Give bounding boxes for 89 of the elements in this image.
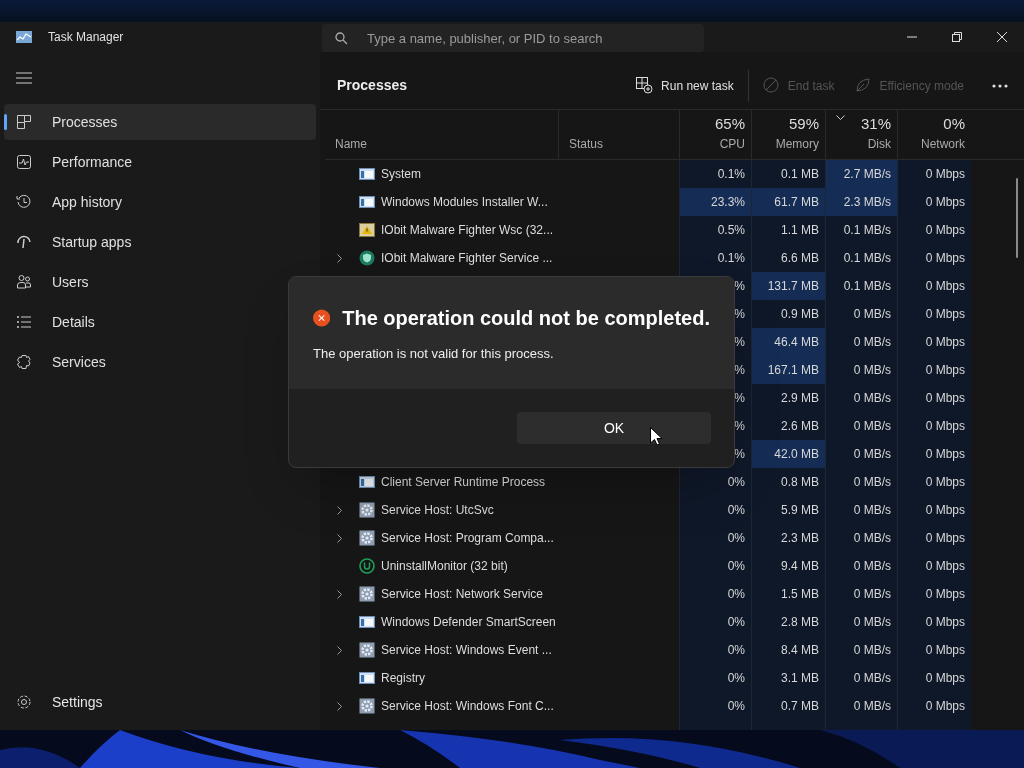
table-cell: 2.6 MB — [751, 412, 825, 440]
table-cell: 0% — [679, 580, 751, 608]
table-cell: 0 Mbps — [897, 384, 971, 412]
table-cell: 0 Mbps — [897, 636, 971, 664]
table-cell: 2.9 MB — [751, 384, 825, 412]
table-cell: 0 Mbps — [897, 608, 971, 636]
table-cell: 0% — [679, 524, 751, 552]
table-cell: 0.5% — [679, 216, 751, 244]
table-cell: 0 Mbps — [897, 496, 971, 524]
table-cell: 0 Mbps — [897, 524, 971, 552]
table-cell: 1.5 MB — [751, 580, 825, 608]
table-cell: 0% — [679, 468, 751, 496]
table-cell: 0 MB/s — [825, 412, 897, 440]
process-name: Service Host: Network Service — [381, 586, 544, 603]
table-cell: 0 Mbps — [897, 300, 971, 328]
table-cell: 0.1 MB/s — [825, 272, 897, 300]
process-name: Windows Defender SmartScreen — [381, 614, 556, 631]
table-cell: 0 Mbps — [897, 440, 971, 468]
table-cell: 0% — [679, 664, 751, 692]
table-cell: 0 MB/s — [825, 580, 897, 608]
table-cell: 9.4 MB — [751, 552, 825, 580]
table-cell: 0 MB/s — [825, 692, 897, 720]
table-cell: 0% — [679, 608, 751, 636]
table-cell: 2.3 MB/s — [825, 188, 897, 216]
table-cell: 2.7 MB/s — [825, 160, 897, 188]
table-cell: 0.1% — [679, 160, 751, 188]
table-cell: 5.9 MB — [751, 496, 825, 524]
table-cell: 0% — [679, 636, 751, 664]
table-cell: 0 MB/s — [825, 356, 897, 384]
table-cell: 0 Mbps — [897, 356, 971, 384]
table-cell: 0 Mbps — [897, 664, 971, 692]
table-cell: 0 Mbps — [897, 272, 971, 300]
table-cell: 0% — [679, 692, 751, 720]
table-cell: 0 MB/s — [825, 328, 897, 356]
table-cell: 46.4 MB — [751, 328, 825, 356]
table-cell: 23.3% — [679, 188, 751, 216]
table-cell: 0.8 MB — [751, 468, 825, 496]
table-cell: 0 Mbps — [897, 216, 971, 244]
table-cell: 0 MB/s — [825, 496, 897, 524]
process-name: Registry — [381, 670, 425, 687]
table-cell: 167.1 MB — [751, 356, 825, 384]
table-cell: 8.4 MB — [751, 636, 825, 664]
table-cell: 2.3 MB — [751, 524, 825, 552]
table-cell: 0 MB/s — [825, 608, 897, 636]
process-name: System — [381, 166, 421, 183]
table-cell: 1.1 MB — [751, 216, 825, 244]
window-title: Task Manager — [48, 29, 124, 46]
table-cell: 0 Mbps — [897, 468, 971, 496]
table-cell: 2.8 MB — [751, 608, 825, 636]
table-cell: 0.9 MB — [751, 300, 825, 328]
table-cell: 42.0 MB — [751, 440, 825, 468]
table-cell: 61.7 MB — [751, 188, 825, 216]
process-name: Service Host: Windows Event ... — [381, 642, 552, 659]
table-cell: 0 Mbps — [897, 160, 971, 188]
process-name: UninstallMonitor (32 bit) — [381, 558, 508, 575]
process-name: IObit Malware Fighter Service ... — [381, 250, 553, 267]
process-name: Service Host: UtcSvc — [381, 502, 494, 519]
table-cell: 0 MB/s — [825, 552, 897, 580]
table-cell: 0 Mbps — [897, 580, 971, 608]
process-name: Client Server Runtime Process — [381, 474, 546, 491]
table-cell: 0 MB/s — [825, 524, 897, 552]
table-cell: 0.1 MB — [751, 160, 825, 188]
table-cell: 3.1 MB — [751, 664, 825, 692]
table-cell: 0 MB/s — [825, 300, 897, 328]
process-name: Windows Modules Installer W... — [381, 194, 548, 211]
table-cell: 0 MB/s — [825, 468, 897, 496]
process-name: IObit Malware Fighter Wsc (32... — [381, 222, 554, 239]
table-cell: 0.7 MB — [751, 692, 825, 720]
table-cell: 0.1% — [679, 244, 751, 272]
table-cell: 0 Mbps — [897, 692, 971, 720]
process-name: Service Host: Windows Font C... — [381, 698, 554, 715]
table-cell: 0.1 MB/s — [825, 244, 897, 272]
page-title: Processes — [337, 76, 409, 95]
dialog-message: The operation is not valid for this process. — [313, 345, 555, 363]
table-cell: 0 Mbps — [897, 328, 971, 356]
table-cell: 0 Mbps — [897, 552, 971, 580]
table-cell: 0 MB/s — [825, 440, 897, 468]
process-name: Service Host: Program Compa... — [381, 530, 554, 547]
table-cell: 0 MB/s — [825, 384, 897, 412]
table-cell: 0 Mbps — [897, 188, 971, 216]
table-cell: 0 MB/s — [825, 664, 897, 692]
table-cell: 0 MB/s — [825, 636, 897, 664]
table-cell: 0% — [679, 552, 751, 580]
table-cell: 0 Mbps — [897, 412, 971, 440]
table-cell: 0 Mbps — [897, 244, 971, 272]
table-cell: 0.1 MB/s — [825, 216, 897, 244]
table-cell: 0% — [679, 496, 751, 524]
table-cell: 6.6 MB — [751, 244, 825, 272]
table-cell: 131.7 MB — [751, 272, 825, 300]
